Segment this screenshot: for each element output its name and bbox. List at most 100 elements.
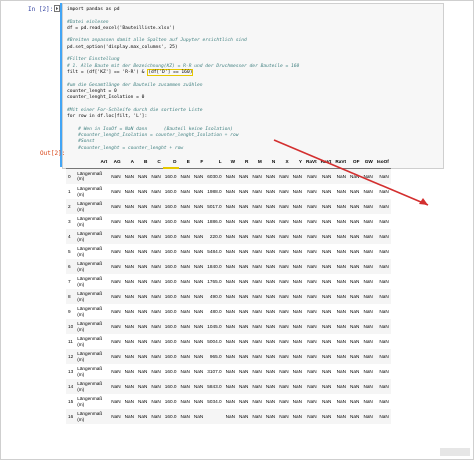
table-cell: NaN [252, 399, 262, 404]
table-cell: NaN [252, 264, 262, 269]
horizontal-scrollbar[interactable] [440, 448, 470, 456]
table-cell: 5484.0 [207, 249, 222, 254]
table-cell: NaN [336, 249, 347, 254]
table-cell: NaN [252, 369, 262, 374]
table-cell: NaN [265, 279, 276, 284]
column-header: OF [348, 156, 362, 169]
table-cell: NaN [138, 309, 148, 314]
table-cell: NaN [379, 414, 389, 419]
table-cell: NaN [193, 294, 204, 299]
table-cell: NaN [252, 324, 262, 329]
table-cell: NaN [279, 234, 289, 239]
dataframe-table: Art AG A B C D E F L W R M N X Y RaVt RaVt RaVt OF GW IsoOf … [66, 156, 391, 424]
table-cell: NaN [151, 369, 161, 374]
table-cell: NaN [379, 173, 389, 179]
table-row: 14 Längenmaß (m) NaN NaN NaN NaN 160.0 NaN NaN 58… [66, 379, 391, 394]
table-cell: NaN [111, 294, 121, 299]
table-cell: NaN [265, 399, 276, 404]
table-cell: NaN [124, 324, 134, 329]
table-cell: NaN [279, 219, 289, 224]
table-cell: NaN [193, 234, 204, 239]
table-cell: NaN [225, 173, 236, 179]
table-cell: NaN [379, 249, 389, 254]
table-cell: NaN [180, 234, 190, 239]
table-cell: NaN [336, 204, 347, 209]
table-cell: NaN [321, 249, 332, 254]
table-cell: NaN [239, 189, 249, 194]
table-row: 13 Längenmaß (m) NaN NaN NaN NaN 160.0 NaN NaN 31… [66, 364, 391, 379]
table-cell: NaN [252, 173, 262, 179]
table-cell: NaN [350, 204, 360, 209]
table-cell: NaN [379, 219, 389, 224]
table-cell: NaN [111, 414, 121, 419]
table-cell: 160.0 [164, 264, 177, 269]
table-cell: NaN [336, 399, 347, 404]
table-cell: 490.0 [209, 294, 222, 299]
table-row: 8 Längenmaß (m) NaN NaN NaN NaN 160.0 NaN NaN 490… [66, 289, 391, 304]
table-cell: NaN [379, 294, 389, 299]
table-cell: NaN [363, 204, 373, 209]
table-cell: NaN [138, 189, 148, 194]
table-cell: NaN [292, 384, 302, 389]
table-cell: NaN [138, 369, 148, 374]
table-cell: NaN [225, 414, 236, 419]
table-cell: NaN [138, 324, 148, 329]
table-cell: NaN [193, 309, 204, 314]
table-cell: NaN [111, 309, 121, 314]
table-cell: NaN [292, 339, 302, 344]
cell-art: Längenmaß (m) [77, 336, 103, 347]
table-cell: NaN [239, 294, 249, 299]
cell-art: Längenmaß (m) [77, 396, 103, 407]
table-cell: 160.0 [164, 309, 177, 314]
table-cell: NaN [124, 354, 134, 359]
table-cell: NaN [363, 294, 373, 299]
table-row: 5 Längenmaß (m) NaN NaN NaN NaN 160.0 NaN NaN 548… [66, 244, 391, 259]
table-cell [205, 409, 223, 424]
table-cell: NaN [379, 309, 389, 314]
table-cell: NaN [225, 219, 236, 224]
table-cell: NaN [151, 399, 161, 404]
table-cell: NaN [336, 339, 347, 344]
table-cell: NaN [180, 189, 190, 194]
table-cell: NaN [124, 399, 134, 404]
table-cell: NaN [180, 414, 190, 419]
table-cell: NaN [321, 219, 332, 224]
column-header: L [205, 156, 224, 169]
table-cell: NaN [307, 414, 317, 419]
table-cell: NaN [151, 324, 161, 329]
table-cell: 5034.0 [207, 399, 222, 404]
table-cell: NaN [279, 339, 289, 344]
table-cell: NaN [336, 354, 347, 359]
table-cell: NaN [111, 354, 121, 359]
row-index: 1 [68, 189, 71, 194]
table-cell: NaN [151, 354, 161, 359]
column-header: RaVt [333, 156, 349, 169]
table-row: 2 Längenmaß (m) NaN NaN NaN NaN 160.0 NaN NaN 501… [66, 199, 391, 214]
table-cell: NaN [225, 384, 236, 389]
row-index: 5 [68, 249, 71, 254]
table-cell: NaN [151, 173, 161, 179]
table-cell: NaN [350, 264, 360, 269]
table-cell: NaN [307, 324, 317, 329]
table-cell: NaN [307, 369, 317, 374]
table-cell: NaN [111, 399, 121, 404]
highlighted-filter-expression: (df['D'] == 160) [147, 68, 194, 76]
cell-art: Längenmaß (m) [77, 411, 103, 422]
table-cell: NaN [239, 264, 249, 269]
table-cell: NaN [336, 369, 347, 374]
table-cell: NaN [321, 264, 332, 269]
cell-art: Längenmaß (m) [77, 170, 103, 182]
table-cell: NaN [307, 294, 317, 299]
table-cell: NaN [180, 309, 190, 314]
code-cell[interactable]: import pandas as pd #Datei einlesen df = … [62, 3, 444, 169]
table-cell: NaN [279, 279, 289, 284]
table-cell: NaN [307, 264, 317, 269]
table-cell: NaN [350, 354, 360, 359]
table-cell: NaN [350, 234, 360, 239]
table-cell: NaN [180, 324, 190, 329]
code-editor[interactable]: import pandas as pd #Datei einlesen df = … [67, 7, 299, 152]
table-cell: NaN [124, 414, 134, 419]
row-index: 11 [68, 339, 73, 344]
row-index: 16 [68, 414, 74, 419]
table-cell: NaN [307, 354, 317, 359]
